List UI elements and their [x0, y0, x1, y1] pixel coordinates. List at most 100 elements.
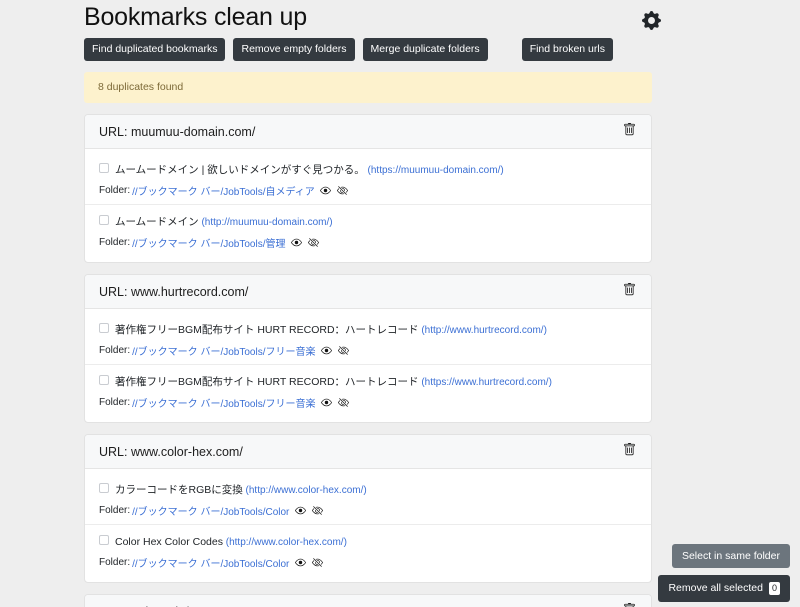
- header: Bookmarks clean up: [84, 0, 652, 32]
- bookmark-title-row: ムームードメイン (http://muumuu-domain.com/): [99, 213, 637, 230]
- eye-icon[interactable]: [290, 237, 302, 249]
- card-url-label: URL: muumuu-domain.com/: [99, 124, 256, 139]
- eye-slash-icon[interactable]: [337, 345, 349, 357]
- folder-label: Folder:: [99, 557, 131, 569]
- bookmark-checkbox[interactable]: [99, 535, 109, 546]
- content-container: Bookmarks clean up Find duplicated bookm…: [84, 0, 652, 607]
- bookmark-item: ムームードメイン | 欲しいドメインがすぐ見つかる。 (https://muum…: [85, 153, 651, 204]
- bookmark-title-row: 著作権フリーBGM配布サイト HURT RECORD：ハートレコード (http…: [99, 373, 637, 390]
- find-duplicated-bookmarks-button[interactable]: Find duplicated bookmarks: [84, 38, 226, 61]
- card-body: 著作権フリーBGM配布サイト HURT RECORD：ハートレコード (http…: [85, 309, 651, 422]
- card-url-label: URL: www.color-hex.com/: [99, 444, 243, 459]
- bookmark-title: ムームードメイン | 欲しいドメインがすぐ見つかる。: [115, 164, 365, 177]
- remove-all-selected-label: Remove all selected: [668, 582, 763, 595]
- eye-slash-icon[interactable]: [337, 397, 349, 409]
- bookmark-folder-row: Folder: //ブックマーク バー/JobTools/管理: [99, 235, 637, 250]
- eye-icon[interactable]: [320, 397, 332, 409]
- duplicate-card: URL: muumuu-domain.com/ムームードメイン | 欲しいドメイ…: [84, 114, 652, 264]
- eye-icon[interactable]: [320, 185, 332, 197]
- delete-group-button[interactable]: [621, 282, 637, 301]
- duplicate-cards-list: URL: muumuu-domain.com/ムームードメイン | 欲しいドメイ…: [84, 114, 652, 607]
- card-header: URL: prtimes.jp/: [85, 595, 651, 607]
- bookmark-folder-row: Folder: //ブックマーク バー/JobTools/フリー音楽: [99, 395, 637, 410]
- folder-path: //ブックマーク バー/JobTools/Color: [132, 559, 290, 571]
- select-in-same-folder-button[interactable]: Select in same folder: [671, 543, 790, 568]
- bookmark-link[interactable]: http://muumuu-domain.com/: [205, 217, 330, 228]
- trash-icon: [623, 442, 636, 461]
- bookmark-checkbox[interactable]: [99, 323, 109, 334]
- eye-icon[interactable]: [320, 345, 332, 357]
- folder-label: Folder:: [99, 237, 131, 249]
- bookmark-checkbox[interactable]: [99, 375, 109, 386]
- find-broken-urls-button[interactable]: Find broken urls: [521, 38, 613, 61]
- close-paren: ): [500, 165, 504, 177]
- remove-empty-folders-button[interactable]: Remove empty folders: [233, 38, 355, 61]
- bookmark-item: カラーコードをRGBに変換 (http://www.color-hex.com/…: [85, 473, 651, 524]
- bookmark-checkbox[interactable]: [99, 483, 109, 494]
- duplicate-card: URL: prtimes.jp/プレスリリース・ニュースリリース配信サービス シ…: [84, 594, 652, 607]
- bookmark-title: 著作権フリーBGM配布サイト HURT RECORD：ハートレコード: [115, 376, 419, 389]
- delete-group-button[interactable]: [621, 602, 637, 607]
- duplicates-found-banner: 8 duplicates found: [84, 71, 652, 104]
- delete-group-button[interactable]: [621, 442, 637, 461]
- bookmark-item: ムームードメイン (http://muumuu-domain.com/) Fold…: [85, 204, 651, 256]
- bookmark-link[interactable]: https://www.hurtrecord.com/: [425, 377, 549, 388]
- bookmark-link[interactable]: http://www.color-hex.com/: [229, 537, 343, 548]
- trash-icon: [623, 602, 636, 607]
- bookmark-item: 著作権フリーBGM配布サイト HURT RECORD：ハートレコード (http…: [85, 364, 651, 416]
- bookmark-link[interactable]: http://www.color-hex.com/: [249, 485, 363, 496]
- bookmark-folder-row: Folder: //ブックマーク バー/JobTools/フリー音楽: [99, 343, 637, 358]
- eye-slash-icon[interactable]: [311, 505, 323, 517]
- eye-slash-icon[interactable]: [307, 237, 319, 249]
- bookmark-title: Color Hex Color Codes: [115, 536, 223, 549]
- page-title: Bookmarks clean up: [84, 3, 307, 31]
- settings-button[interactable]: [639, 8, 663, 32]
- folder-path: //ブックマーク バー/JobTools/フリー音楽: [132, 399, 316, 411]
- eye-slash-icon[interactable]: [311, 557, 323, 569]
- folder-label: Folder:: [99, 505, 131, 517]
- bookmark-folder-row: Folder: //ブックマーク バー/JobTools/Color: [99, 555, 637, 570]
- toolbar: Find duplicated bookmarks Remove empty f…: [84, 38, 652, 61]
- card-header: URL: www.color-hex.com/: [85, 435, 651, 470]
- bookmark-title-row: 著作権フリーBGM配布サイト HURT RECORD：ハートレコード (http…: [99, 321, 637, 338]
- bookmark-title-text-wrap: 著作権フリーBGM配布サイト HURT RECORD：ハートレコード (http…: [115, 373, 552, 390]
- card-url-label: URL: prtimes.jp/: [99, 604, 189, 607]
- delete-group-button[interactable]: [621, 122, 637, 140]
- close-paren: ): [543, 325, 547, 337]
- bookmark-title-text-wrap: カラーコードをRGBに変換 (http://www.color-hex.com/…: [115, 481, 367, 498]
- bookmark-title: カラーコードをRGBに変換: [115, 484, 243, 497]
- eye-icon[interactable]: [294, 557, 306, 569]
- bookmark-title-row: ムームードメイン | 欲しいドメインがすぐ見つかる。 (https://muum…: [99, 161, 637, 178]
- merge-duplicate-folders-button[interactable]: Merge duplicate folders: [362, 38, 488, 61]
- bookmark-checkbox[interactable]: [99, 163, 109, 174]
- bookmark-link[interactable]: https://muumuu-domain.com/: [371, 165, 501, 176]
- eye-icon[interactable]: [294, 505, 306, 517]
- gear-icon: [641, 10, 661, 30]
- card-header: URL: muumuu-domain.com/: [85, 115, 651, 150]
- bookmark-checkbox[interactable]: [99, 215, 109, 226]
- eye-slash-icon[interactable]: [337, 185, 349, 197]
- bookmark-link[interactable]: http://www.hurtrecord.com/: [425, 325, 544, 336]
- folder-path: //ブックマーク バー/JobTools/自メディア: [132, 187, 315, 199]
- bookmark-title-text-wrap: ムームードメイン (http://muumuu-domain.com/): [115, 213, 333, 230]
- close-paren: ): [329, 217, 333, 229]
- bookmark-title-row: Color Hex Color Codes (http://www.color-…: [99, 533, 637, 550]
- close-paren: ): [548, 377, 552, 389]
- folder-label: Folder:: [99, 397, 131, 409]
- duplicate-card: URL: www.color-hex.com/カラーコードをRGBに変換 (ht…: [84, 434, 652, 584]
- selected-count-badge: 0: [768, 582, 780, 595]
- remove-all-selected-button[interactable]: Remove all selected 0: [658, 575, 790, 602]
- folder-label: Folder:: [99, 345, 131, 357]
- bookmark-folder-row: Folder: //ブックマーク バー/JobTools/自メディア: [99, 183, 637, 198]
- app-root: Bookmarks clean up Find duplicated bookm…: [0, 0, 800, 607]
- folder-path: //ブックマーク バー/JobTools/Color: [132, 507, 290, 519]
- bookmark-title-text-wrap: 著作権フリーBGM配布サイト HURT RECORD：ハートレコード (http…: [115, 321, 547, 338]
- bookmark-title-text-wrap: Color Hex Color Codes (http://www.color-…: [115, 533, 347, 550]
- close-paren: ): [363, 485, 367, 497]
- bookmark-item: Color Hex Color Codes (http://www.color-…: [85, 524, 651, 576]
- duplicate-card: URL: www.hurtrecord.com/著作権フリーBGM配布サイト H…: [84, 274, 652, 424]
- floating-actions: Select in same folder Remove all selecte…: [658, 543, 790, 602]
- trash-icon: [623, 282, 636, 301]
- folder-path: //ブックマーク バー/JobTools/フリー音楽: [132, 347, 316, 359]
- bookmark-title-row: カラーコードをRGBに変換 (http://www.color-hex.com/…: [99, 481, 637, 498]
